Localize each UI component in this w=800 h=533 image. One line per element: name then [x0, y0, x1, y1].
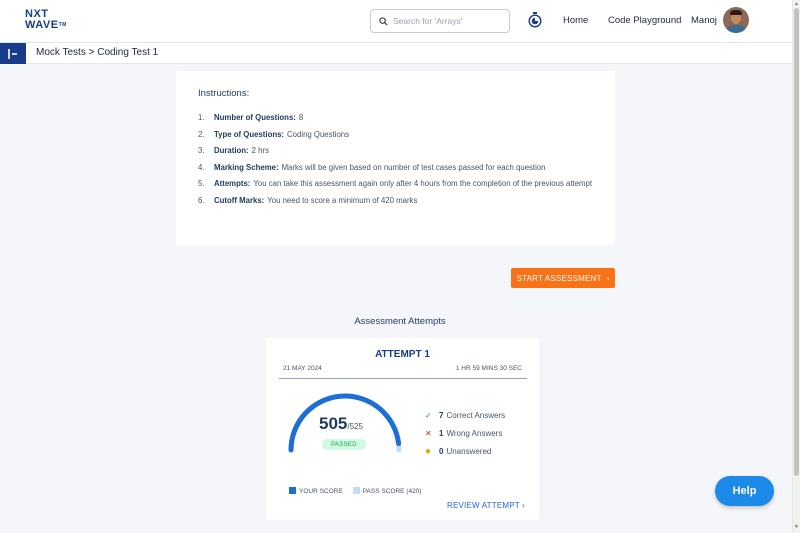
attempt-score: 505/525 — [319, 414, 363, 433]
breadcrumb[interactable]: Mock Tests > Coding Test 1 — [36, 47, 158, 58]
check-icon: ✓ — [425, 410, 432, 420]
attempt-title: ATTEMPT 1 — [375, 349, 430, 360]
start-assessment-button[interactable]: START ASSESSMENT › — [511, 268, 615, 288]
divider — [279, 378, 527, 379]
assessment-attempts-title: Assessment Attempts — [354, 316, 446, 327]
scrollbar-thumb[interactable] — [794, 8, 799, 476]
scroll-down-icon[interactable]: ▼ — [794, 524, 799, 530]
sidebar-toggle-button[interactable] — [0, 43, 26, 64]
review-attempt-link[interactable]: REVIEW ATTEMPT › — [447, 501, 525, 510]
attempt-date: 21 MAY 2024 — [283, 365, 322, 372]
timer-icon[interactable] — [528, 12, 542, 28]
instruction-item: 4. Marking Scheme: Marks will be given bas… — [198, 162, 546, 172]
search-input[interactable] — [393, 16, 503, 26]
dot-icon: ● — [425, 445, 432, 457]
instructions-card: Instructions: 1. Number of Questions: 8 2.… — [176, 71, 615, 245]
instruction-item: 1. Number of Questions: 8 — [198, 113, 304, 122]
nxtwave-logo[interactable]: NXT WAVETM — [25, 9, 69, 33]
status-badge: PASSED — [322, 439, 366, 450]
instructions-title: Instructions: — [198, 88, 250, 99]
chevron-right-icon: › — [606, 273, 610, 283]
nav-home-link[interactable]: Home — [563, 15, 588, 26]
nav-code-playground-link[interactable]: Code Playground — [608, 15, 681, 26]
avatar[interactable] — [723, 7, 749, 33]
unanswered-stat: ● 0 Unanswered — [425, 445, 492, 457]
correct-answers-stat: ✓ 7 Correct Answers — [425, 410, 506, 420]
legend-pass-score: PASS SCORE (420) — [352, 487, 421, 495]
search-box[interactable] — [370, 9, 510, 33]
search-icon — [379, 16, 388, 26]
instruction-item: 6. Cutoff Marks: You need to score a minim… — [198, 195, 418, 205]
attempt-card: ATTEMPT 1 21 MAY 2024 1 HR 59 MINS 30 SE… — [266, 338, 539, 520]
cross-icon: ✕ — [425, 428, 432, 438]
user-name[interactable]: Manoj — [691, 15, 717, 26]
attempt-stats: ✓ 7 Correct Answers ✕ 1 Wrong Answers ● 0U… — [425, 406, 505, 460]
top-navbar: NXT WAVETM Home Code Playground Manoj — [0, 0, 792, 43]
instruction-item: 5. Attempts: You can take this assessment … — [198, 179, 593, 188]
attempt-duration: 1 HR 59 MINS 30 SEC — [455, 365, 522, 372]
instruction-item: 3. Duration: 2 hrs — [198, 146, 269, 155]
start-assessment-label: START ASSESSMENT — [516, 273, 602, 283]
logo-line2: WAVETM — [25, 19, 67, 31]
sidebar-toggle-icon — [8, 48, 17, 59]
legend-your-score: YOUR SCORE — [289, 487, 343, 495]
wrong-answers-stat: ✕ 1 Wrong Answers — [425, 428, 503, 438]
instruction-item: 2. Type of Questions: Coding Questions — [198, 129, 350, 139]
chevron-right-icon: › — [522, 501, 526, 510]
page-scrollbar[interactable]: ▲ ▼ — [792, 0, 800, 533]
score-legend: YOUR SCORE PASS SCORE (420) — [289, 487, 421, 495]
help-button[interactable]: Help — [715, 476, 774, 506]
instructions-list: 1. Number of Questions: 8 2. Type of Questi… — [198, 110, 598, 209]
scroll-up-icon[interactable]: ▲ — [794, 1, 799, 7]
